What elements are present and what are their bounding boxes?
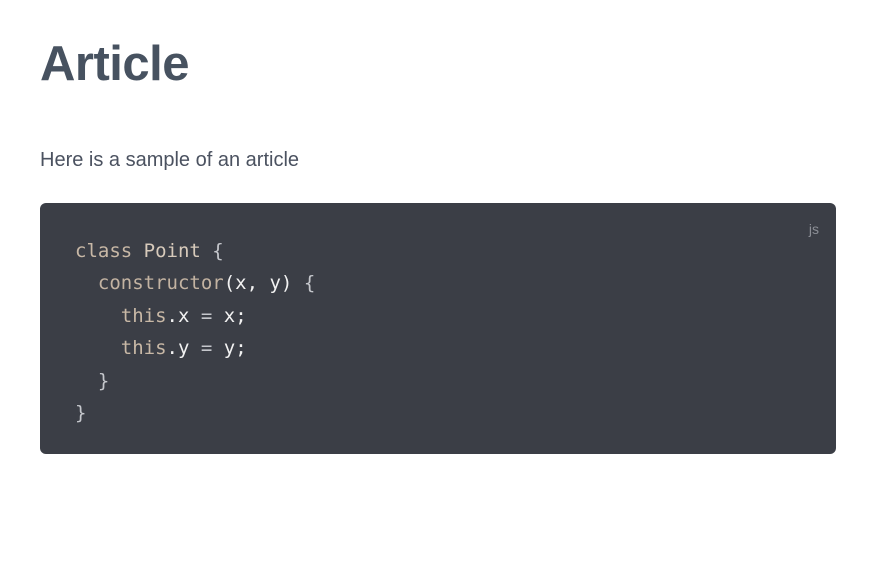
code-token: .x [166,304,190,327]
code-token: class [75,240,133,262]
code-line: } [75,365,315,397]
code-token: = [189,304,224,327]
code-token: } [75,401,87,424]
code-token: x; [223,304,247,327]
code-token: } [75,369,110,392]
code-token: .y [166,337,190,360]
article-title: Article [40,37,190,91]
code-block: js class Point { constructor(x, y) { thi… [40,203,836,454]
code-token: y; [223,337,247,360]
code-token: Point [143,240,201,262]
code-token: { [292,272,316,295]
code-token: { [200,240,224,262]
code-token: this [120,337,167,360]
article-intro: Here is a sample of an article [40,149,300,171]
code-line: this.y = y; [75,332,315,364]
code-line: this.x = x; [75,300,315,332]
code-token: constructor [97,272,224,295]
code-token: (x, y) [223,272,293,295]
code-line: } [75,397,315,429]
code-lines: class Point { constructor(x, y) { this.x… [75,235,315,429]
code-token: this [120,304,167,327]
code-language-label: js [808,221,819,237]
code-line: constructor(x, y) { [75,267,315,299]
code-line: class Point { [75,235,315,267]
code-content: class Point { constructor(x, y) { this.x… [75,235,315,429]
code-token: = [189,337,224,360]
